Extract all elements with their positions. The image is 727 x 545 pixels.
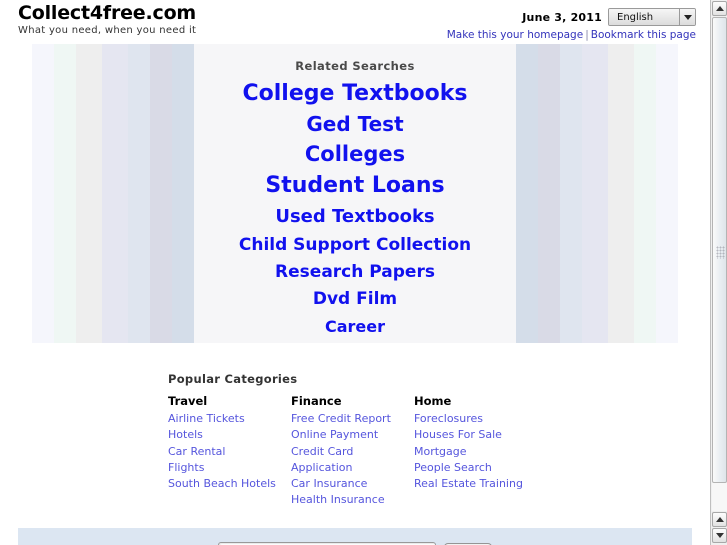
category-link[interactable]: Credit Card [291,444,414,460]
category-column-travel: Travel Airline Tickets Hotels Car Rental… [168,394,291,509]
header-right-cluster: June 3, 2011 English Make this your home… [447,8,696,41]
related-searches-content: Related Searches College Textbooks Ged T… [32,44,678,335]
category-link[interactable]: Mortgage [414,444,537,460]
category-columns: Travel Airline Tickets Hotels Car Rental… [168,394,710,509]
related-search-link[interactable]: Career [32,319,678,335]
related-searches-heading: Related Searches [295,59,415,73]
site-brand[interactable]: Collect4free.com What you need, when you… [18,3,196,37]
category-link[interactable]: Health Insurance [291,492,414,508]
current-date: June 3, 2011 [522,10,602,24]
related-search-link[interactable]: Research Papers [32,264,678,281]
category-title: Home [414,394,452,408]
related-search-link[interactable]: Used Textbooks [32,208,678,226]
category-link[interactable]: Application [291,460,414,476]
category-link[interactable]: People Search [414,460,537,476]
popular-categories-heading: Popular Categories [168,372,298,386]
site-tagline: What you need, when you need it [18,25,197,36]
scrollbar-up-button[interactable] [712,1,727,16]
related-search-link[interactable]: Ged Test [32,114,678,134]
category-link[interactable]: Car Rental [168,444,291,460]
scrollbar-up-button-bottom[interactable] [712,512,727,527]
triangle-up-icon [715,517,724,522]
language-select[interactable]: English [608,8,696,26]
search-input[interactable] [218,541,436,545]
header-links: Make this your homepage | Bookmark this pa… [447,29,696,41]
related-search-link[interactable]: College Textbooks [32,83,678,105]
related-search-link[interactable]: Colleges [32,144,678,165]
category-link[interactable]: Car Insurance [291,476,414,492]
category-link[interactable]: Online Payment [291,427,414,443]
chevron-down-icon[interactable] [679,9,695,25]
make-homepage-link[interactable]: Make this your homepage [447,29,583,41]
category-link[interactable]: Flights [168,460,291,476]
page-header: Collect4free.com What you need, when you… [0,0,710,44]
bottom-search-bar [18,528,692,545]
category-link[interactable]: Free Credit Report [291,411,414,427]
language-select-value: English [609,9,679,25]
category-title: Travel [168,394,208,408]
triangle-up-icon [715,6,724,11]
triangle-down-icon [715,533,724,538]
category-link[interactable]: Real Estate Training [414,476,537,492]
category-link[interactable]: Foreclosures [414,411,537,427]
category-title: Finance [291,394,342,408]
scrollbar-thumb[interactable] [712,17,727,483]
popular-categories-section: Popular Categories Travel Airline Ticket… [0,372,710,509]
vertical-scrollbar[interactable] [710,0,727,545]
category-link[interactable]: South Beach Hotels [168,476,291,492]
bookmark-page-link[interactable]: Bookmark this page [591,29,696,41]
page-viewport: Collect4free.com What you need, when you… [0,0,710,545]
category-link[interactable]: Hotels [168,427,291,443]
grip-dots-icon [716,246,725,259]
header-link-separator: | [585,29,589,41]
category-link[interactable]: Houses For Sale [414,427,537,443]
related-search-link[interactable]: Student Loans [32,175,678,197]
category-link[interactable]: Airline Tickets [168,411,291,427]
category-column-finance: Finance Free Credit Report Online Paymen… [291,394,414,509]
category-column-home: Home Foreclosures Houses For Sale Mortga… [414,394,537,509]
date-and-language-row: June 3, 2011 English [447,8,696,26]
related-search-link[interactable]: Dvd Film [32,291,678,308]
related-searches-panel: Related Searches College Textbooks Ged T… [32,44,678,343]
scrollbar-down-button[interactable] [712,528,727,543]
site-title: Collect4free.com [18,2,197,24]
related-search-link[interactable]: Child Support Collection [32,237,678,254]
